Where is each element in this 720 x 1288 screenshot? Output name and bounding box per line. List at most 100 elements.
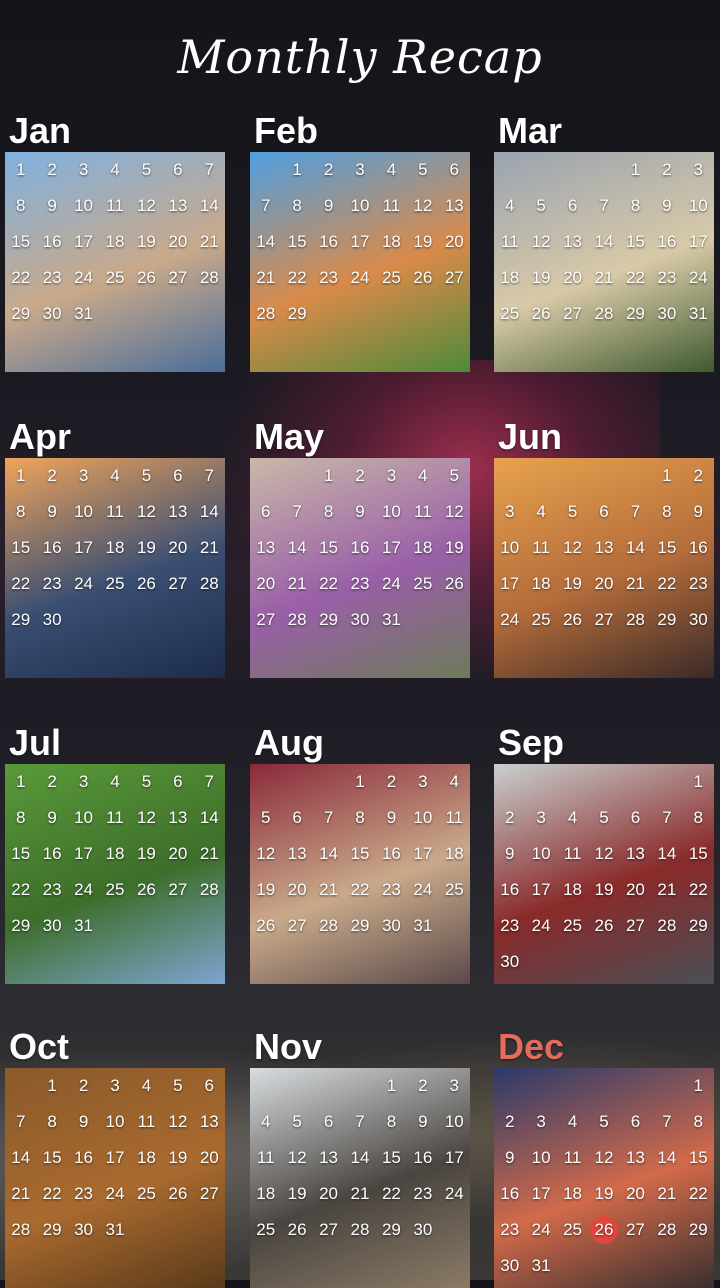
calendar-day: 18 [256,1184,276,1203]
calendar-day: 10 [688,196,708,215]
page-title: Monthly Recap [177,30,543,84]
calendar-day: 1 [15,466,26,485]
calendar-day: 2 [418,1076,428,1095]
month-photo[interactable]: 1 2 3 4 5 6 7 8 9 10 11 12 13 14 15 16 17 18 19 20 21 22 23 24 2… [250,458,470,678]
calendar-day: 11 [445,808,464,827]
calendar-day: 10 [74,502,94,521]
month-photo[interactable]: 1 2 3 4 5 6 7 8 9 10 11 12 13 14 15 16 17 18 19 20 21 22 23 24 2… [494,764,714,984]
month-label: May [254,416,325,457]
calendar-day: 14 [657,844,677,863]
calendar-day: 17 [74,232,94,251]
calendar-day: 21 [319,880,339,899]
calendar-blank [250,1068,281,1104]
month-tile-may[interactable]: May 1 2 3 4 5 6 7 8 9 10 11 12 13 14 15 16 17 18 19 20 21 22 23… [250,416,470,678]
month-photo[interactable]: 1 2 3 4 5 6 7 8 9 10 11 12 13 14 15 16 17 18 19 20 21 22 23 24 2… [5,152,225,372]
calendar-day: 26 [531,304,551,323]
calendar-day: 4 [260,1112,271,1131]
calendar-day: 15 [11,538,31,557]
calendar-day: 23 [42,880,62,899]
calendar-blank [557,152,588,188]
month-tile-sep[interactable]: Sep 1 2 3 4 5 6 7 8 9 10 11 12 13 14 15 16 17 18 19 20 21 22 23… [494,722,714,984]
calendar-blank [250,764,281,800]
calendar-day: 21 [625,574,645,593]
calendar-day: 3 [504,502,515,521]
calendar-day: 9 [662,196,672,215]
calendar-day: 16 [350,538,370,557]
calendar-day: 13 [287,844,307,863]
month-label: Aug [254,722,324,763]
calendar-day: 15 [42,1148,62,1167]
calendar-day: 4 [567,1112,578,1131]
calendar-day: 13 [594,538,614,557]
calendar-day: 14 [199,502,219,521]
month-tile-jun[interactable]: Jun 1 2 3 4 5 6 7 8 9 10 11 12 13 14 15 16 17 18 19 20 21 22 23… [494,416,714,678]
calendar-day: 19 [168,1148,188,1167]
calendar-day: 19 [563,574,583,593]
calendar-day: 19 [594,1184,614,1203]
calendar-blank [281,764,312,800]
month-tile-oct[interactable]: Oct 1 2 3 4 5 6 7 8 9 10 11 12 13 14 15 16 17 18 19 20 21 22 23… [5,1026,225,1288]
month-photo[interactable]: 1 2 3 4 5 6 7 8 9 10 11 12 13 14 15 16 17 18 19 20 21 22 23 24 2… [5,458,225,678]
calendar-day: 4 [536,502,546,521]
calendar-day: 22 [688,1184,708,1203]
calendar-day: 1 [47,1076,57,1095]
calendar-day: 25 [136,1184,156,1203]
month-photo[interactable]: 1 2 3 4 5 6 7 8 9 10 11 12 13 14 15 16 17 18 19 20 21 22 23 24 2… [494,152,714,372]
calendar-blank [557,764,588,800]
calendar-day: 25 [105,574,125,593]
calendar-day: 23 [350,574,370,593]
month-photo[interactable]: 1 2 3 4 5 6 7 8 9 10 11 12 13 14 15 16 17 18 19 20 21 22 23 24 2… [494,1068,714,1288]
calendar-day: 14 [350,1148,370,1167]
calendar-day: 14 [594,232,614,251]
calendar-day: 5 [449,466,460,485]
calendar-day: 13 [625,844,645,863]
calendar-day: 3 [386,466,397,485]
calendar-blank [620,764,651,800]
calendar-day: 29 [350,916,370,935]
calendar-day: 29 [381,1220,401,1239]
month-tile-nov[interactable]: Nov 1 2 3 4 5 6 7 8 9 10 11 12 13 14 15 16 17 18 19 20 21 22 23… [250,1026,470,1288]
calendar-day: 13 [199,1112,219,1131]
calendar-blank [494,764,525,800]
month-tile-apr[interactable]: Apr 1 2 3 4 5 6 7 8 9 10 11 12 13 14 15 16 17 18 19 20 21 22 23… [5,416,225,678]
calendar-day: 10 [444,1112,464,1131]
calendar-day: 4 [449,772,460,791]
month-photo[interactable]: 1 2 3 4 5 6 7 8 9 10 11 12 13 14 15 16 17 18 19 20 21 22 23 24 2… [250,152,470,372]
calendar-day: 16 [74,1148,94,1167]
calendar-day: 25 [413,574,433,593]
calendar-day: 24 [688,268,708,287]
calendar-day: 7 [599,196,609,215]
calendar-day: 3 [693,160,704,179]
month-tile-jan[interactable]: Jan 1 2 3 4 5 6 7 8 9 10 11 12 13 14 15 16 17 18 19 20 21 22 23… [5,110,225,372]
calendar-day: 19 [594,880,614,899]
calendar-day: 25 [105,268,125,287]
calendar-day: 25 [531,610,551,629]
month-photo[interactable]: 1 2 3 4 5 6 7 8 9 10 11 12 13 14 15 16 17 18 19 20 21 22 23 24 2… [5,764,225,984]
calendar-day: 23 [42,268,62,287]
calendar-day: 15 [350,844,370,863]
month-photo[interactable]: 1 2 3 4 5 6 7 8 9 10 11 12 13 14 15 16 17 18 19 20 21 22 23 24 2… [494,458,714,678]
calendar-day: 19 [136,538,156,557]
month-tile-dec[interactable]: Dec 1 2 3 4 5 6 7 8 9 10 11 12 13 14 15 16 17 18 19 20 21 22 23… [494,1026,714,1288]
month-tile-jul[interactable]: Jul 1 2 3 4 5 6 7 8 9 10 11 12 13 14 15 16 17 18 19 20 21 22 23… [5,722,225,984]
calendar-blank [494,152,525,188]
calendar-day: 26 [136,574,156,593]
month-tile-aug[interactable]: Aug 1 2 3 4 5 6 7 8 9 10 11 12 13 14 15 16 17 18 19 20 21 22 23… [250,722,470,984]
month-photo[interactable]: 1 2 3 4 5 6 7 8 9 10 11 12 13 14 15 16 17 18 19 20 21 22 23 24 2… [5,1068,225,1288]
calendar-day: 26 [287,1220,307,1239]
calendar-day: 5 [292,1112,302,1131]
month-photo[interactable]: 1 2 3 4 5 6 7 8 9 10 11 12 13 14 15 16 17 18 19 20 21 22 23 24 2… [250,1068,470,1288]
calendar-day: 1 [693,772,704,791]
calendar-blank [525,764,556,800]
month-tile-mar[interactable]: Mar 1 2 3 4 5 6 7 8 9 10 11 12 13 14 15 16 17 18 19 20 21 22 23… [494,110,714,372]
month-tile-feb[interactable]: Feb 1 2 3 4 5 6 7 8 9 10 11 12 13 14 15 16 17 18 19 20 21 22 23… [250,110,470,372]
month-photo[interactable]: 1 2 3 4 5 6 7 8 9 10 11 12 13 14 15 16 17 18 19 20 21 22 23 24 2… [250,764,470,984]
calendar-day: 18 [563,880,583,899]
calendar-day: 12 [287,1148,307,1167]
calendar-day: 30 [74,1220,94,1239]
calendar-day: 20 [168,538,188,557]
calendar-day: 28 [199,574,219,593]
calendar-day: 11 [414,502,432,521]
calendar-day: 15 [625,232,645,251]
calendar-day: 9 [323,196,334,215]
